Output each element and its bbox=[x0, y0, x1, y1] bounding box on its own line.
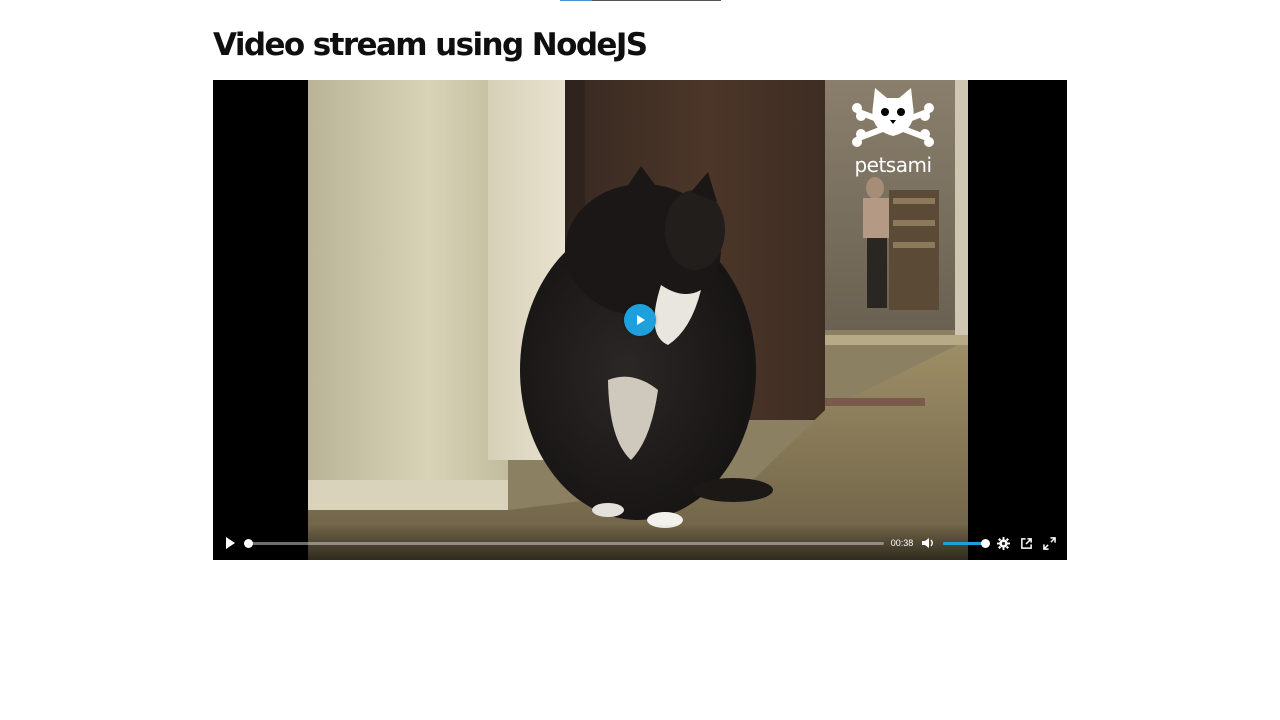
petsami-logo-text: petsami bbox=[854, 153, 932, 177]
picture-in-picture-icon bbox=[1020, 537, 1032, 549]
play-icon bbox=[637, 315, 645, 325]
volume-slider-thumb[interactable] bbox=[980, 539, 990, 548]
video-controls-bar: 00:38 bbox=[213, 524, 1067, 560]
play-button[interactable] bbox=[221, 534, 239, 552]
current-time: 00:38 bbox=[890, 538, 914, 548]
play-icon bbox=[226, 537, 235, 549]
picture-in-picture-button[interactable] bbox=[1018, 535, 1034, 551]
mute-button[interactable] bbox=[919, 535, 937, 551]
fullscreen-button[interactable] bbox=[1041, 535, 1057, 551]
page-title: Video stream using NodeJS bbox=[213, 27, 648, 63]
page-loading-bar-fill bbox=[560, 0, 593, 1]
settings-button[interactable] bbox=[995, 535, 1011, 551]
big-play-button[interactable] bbox=[624, 304, 656, 336]
video-player[interactable]: petsami 00:38 bbox=[213, 80, 1067, 560]
fullscreen-icon bbox=[1042, 536, 1056, 550]
seek-slider[interactable] bbox=[244, 539, 884, 548]
volume-icon bbox=[922, 538, 933, 548]
volume-slider-level bbox=[943, 542, 985, 545]
gear-icon bbox=[996, 536, 1010, 550]
seek-slider-thumb[interactable] bbox=[244, 539, 253, 548]
page-loading-bar bbox=[560, 0, 721, 1]
volume-slider[interactable] bbox=[943, 539, 990, 548]
